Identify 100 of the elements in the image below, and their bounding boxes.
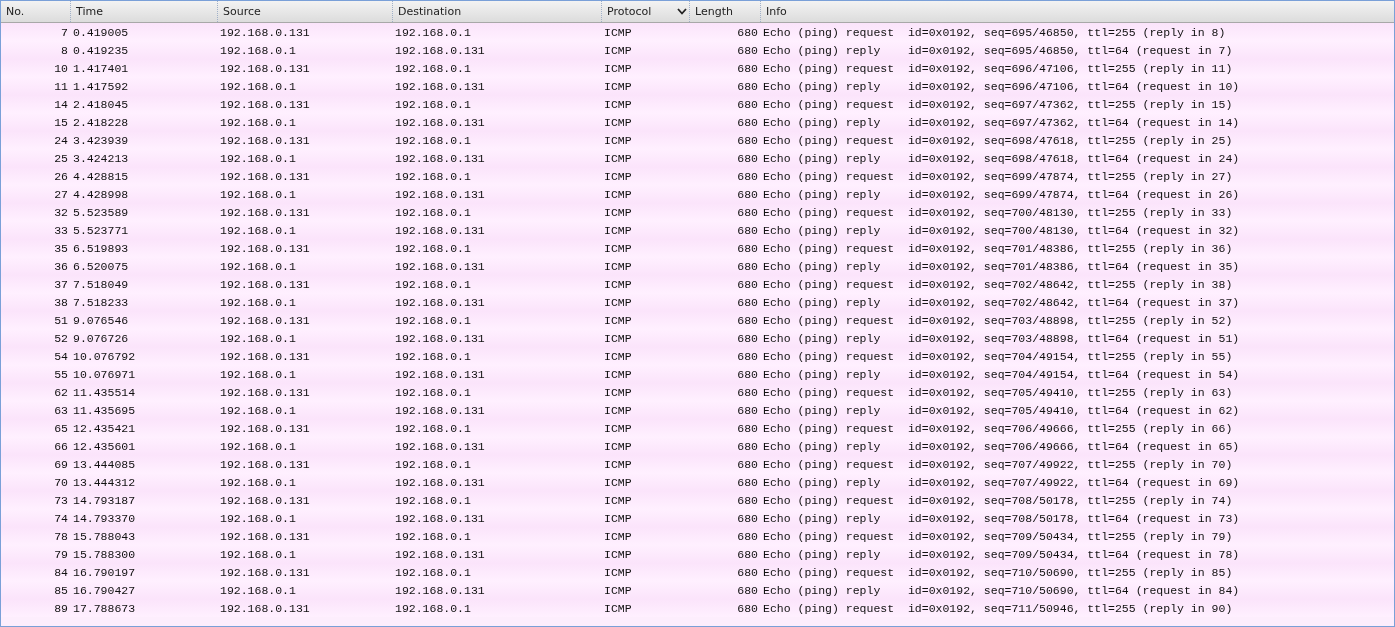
table-cell-text: ICMP: [603, 277, 633, 291]
table-cell-text: 680: [736, 97, 759, 111]
table-cell-text: 35: [53, 241, 69, 255]
table-cell-text: 7: [60, 25, 69, 39]
table-cell-text: 680: [736, 79, 759, 93]
table-cell-text: ICMP: [603, 187, 633, 201]
packet-row[interactable]: 7 0.419005 192.168.0.131 192.168.0.1 ICMP 680 Echo (ping) request id=0x0192, seq=695/46850, ttl=255 (reply in 8): [1, 23, 1394, 41]
table-cell-text: Echo (ping) request id=0x0192, seq=711/50946, ttl=255 (reply in 90): [762, 601, 1234, 615]
table-cell-text: 4.428815: [72, 169, 130, 183]
packet-row[interactable]: 84 16.790197 192.168.0.131 192.168.0.1 ICMP 680 Echo (ping) request id=0x0192, seq=710/50690, ttl=255 (reply in 85): [1, 563, 1394, 581]
table-cell-text: 10.076792: [72, 349, 137, 363]
packet-row[interactable]: 26 4.428815 192.168.0.131 192.168.0.1 ICMP 680 Echo (ping) request id=0x0192, seq=699/47874, ttl=255 (reply in 27): [1, 167, 1394, 185]
table-cell-text: Echo (ping) request id=0x0192, seq=707/49922, ttl=255 (reply in 70): [762, 457, 1234, 471]
packet-row[interactable]: 73 14.793187 192.168.0.131 192.168.0.1 ICMP 680 Echo (ping) request id=0x0192, seq=708/50178, ttl=255 (reply in 74): [1, 491, 1394, 509]
table-cell-text: Echo (ping) request id=0x0192, seq=706/49666, ttl=255 (reply in 66): [762, 421, 1234, 435]
packet-row[interactable]: 65 12.435421 192.168.0.131 192.168.0.1 ICMP 680 Echo (ping) request id=0x0192, seq=706/49666, ttl=255 (reply in 66): [1, 419, 1394, 437]
table-cell-text: 4.428998: [72, 187, 130, 201]
packet-row[interactable]: 78 15.788043 192.168.0.131 192.168.0.1 ICMP 680 Echo (ping) request id=0x0192, seq=709/50434, ttl=255 (reply in 79): [1, 527, 1394, 545]
table-cell-text: ICMP: [603, 349, 633, 363]
table-cell-text: 192.168.0.1: [219, 367, 297, 381]
table-cell-text: 192.168.0.131: [394, 79, 486, 93]
table-cell-text: 11.435695: [72, 403, 137, 417]
column-header[interactable]: No.: [1, 1, 71, 22]
table-cell-text: 54: [53, 349, 69, 363]
table-cell-text: 192.168.0.1: [394, 385, 472, 399]
table-cell-text: ICMP: [603, 385, 633, 399]
packet-row[interactable]: 24 3.423939 192.168.0.131 192.168.0.1 ICMP 680 Echo (ping) request id=0x0192, seq=698/47618, ttl=255 (reply in 25): [1, 131, 1394, 149]
table-cell-text: 192.168.0.1: [219, 475, 297, 489]
table-cell-text: ICMP: [603, 421, 633, 435]
column-header[interactable]: Destination: [393, 1, 602, 22]
table-cell-text: 680: [736, 493, 759, 507]
table-cell-text: 5.523771: [72, 223, 130, 237]
table-cell-text: 680: [736, 61, 759, 75]
table-cell-text: 680: [736, 385, 759, 399]
table-cell-text: 192.168.0.1: [219, 151, 297, 165]
table-cell-text: 9.076546: [72, 313, 130, 327]
table-cell-text: 13.444312: [72, 475, 137, 489]
table-cell-text: 27: [53, 187, 69, 201]
table-cell-text: 680: [736, 277, 759, 291]
table-cell-text: 680: [736, 151, 759, 165]
table-cell-text: ICMP: [603, 439, 633, 453]
table-cell-text: Echo (ping) reply id=0x0192, seq=698/47618, ttl=64 (request in 24): [762, 151, 1241, 165]
table-cell-text: 69: [53, 457, 69, 471]
packet-row[interactable]: 10 1.417401 192.168.0.131 192.168.0.1 ICMP 680 Echo (ping) request id=0x0192, seq=696/47106, ttl=255 (reply in 11): [1, 59, 1394, 77]
packet-row[interactable]: 54 10.076792 192.168.0.131 192.168.0.1 ICMP 680 Echo (ping) request id=0x0192, seq=704/49154, ttl=255 (reply in 55): [1, 347, 1394, 365]
table-cell-text: 680: [736, 349, 759, 363]
table-cell-text: 192.168.0.131: [219, 61, 311, 75]
table-cell-text: 66: [53, 439, 69, 453]
table-cell-text: 192.168.0.1: [219, 79, 297, 93]
table-cell-text: 680: [736, 25, 759, 39]
table-cell-text: Echo (ping) reply id=0x0192, seq=706/49666, ttl=64 (request in 65): [762, 439, 1241, 453]
table-cell-text: 192.168.0.131: [394, 439, 486, 453]
packet-row[interactable]: 32 5.523589 192.168.0.131 192.168.0.1 ICMP 680 Echo (ping) request id=0x0192, seq=700/48130, ttl=255 (reply in 33): [1, 203, 1394, 221]
column-header[interactable]: Time: [71, 1, 218, 22]
packet-row[interactable]: 69 13.444085 192.168.0.131 192.168.0.1 ICMP 680 Echo (ping) request id=0x0192, seq=707/49922, ttl=255 (reply in 70): [1, 455, 1394, 473]
table-cell-text: ICMP: [603, 25, 633, 39]
table-cell-text: 2.418228: [72, 115, 130, 129]
packet-row[interactable]: 14 2.418045 192.168.0.131 192.168.0.1 ICMP 680 Echo (ping) request id=0x0192, seq=697/47362, ttl=255 (reply in 15): [1, 95, 1394, 113]
table-cell-text: 9.076726: [72, 331, 130, 345]
table-cell-text: 192.168.0.1: [394, 61, 472, 75]
table-cell-text: 680: [736, 331, 759, 345]
table-cell-text: 65: [53, 421, 69, 435]
table-cell-text: ICMP: [603, 547, 633, 561]
table-cell-text: ICMP: [603, 205, 633, 219]
table-cell-text: 192.168.0.131: [219, 25, 311, 39]
table-cell-text: 63: [53, 403, 69, 417]
table-cell-text: 14.793187: [72, 493, 137, 507]
table-cell-text: 680: [736, 367, 759, 381]
table-cell-text: 12.435601: [72, 439, 137, 453]
packet-row[interactable]: 51 9.076546 192.168.0.131 192.168.0.1 ICMP 680 Echo (ping) request id=0x0192, seq=703/48898, ttl=255 (reply in 52): [1, 311, 1394, 329]
table-cell-text: ICMP: [603, 367, 633, 381]
column-header[interactable]: Info: [761, 1, 1394, 22]
table-cell-text: 192.168.0.1: [219, 259, 297, 273]
table-cell-text: ICMP: [603, 295, 633, 309]
table-cell-text: Echo (ping) request id=0x0192, seq=697/47362, ttl=255 (reply in 15): [762, 97, 1234, 111]
packet-row[interactable]: 37 7.518049 192.168.0.131 192.168.0.1 ICMP 680 Echo (ping) request id=0x0192, seq=702/48642, ttl=255 (reply in 38): [1, 275, 1394, 293]
table-cell-text: 192.168.0.131: [219, 97, 311, 111]
table-cell-text: 192.168.0.1: [394, 277, 472, 291]
table-cell-text: 192.168.0.1: [219, 115, 297, 129]
table-cell-text: Echo (ping) reply id=0x0192, seq=704/49154, ttl=64 (request in 54): [762, 367, 1241, 381]
table-cell-text: ICMP: [603, 223, 633, 237]
table-cell-text: 38: [53, 295, 69, 309]
table-cell-text: 680: [736, 511, 759, 525]
table-cell-text: 680: [736, 133, 759, 147]
column-header[interactable]: Protocol: [602, 1, 690, 22]
column-header[interactable]: Length: [690, 1, 761, 22]
packet-row[interactable]: 89 17.788673 192.168.0.131 192.168.0.1 ICMP 680 Echo (ping) request id=0x0192, seq=711/50946, ttl=255 (reply in 90): [1, 599, 1394, 617]
table-cell-text: Echo (ping) request id=0x0192, seq=705/49410, ttl=255 (reply in 63): [762, 385, 1234, 399]
table-cell-text: ICMP: [603, 241, 633, 255]
packet-row[interactable]: 35 6.519893 192.168.0.131 192.168.0.1 ICMP 680 Echo (ping) request id=0x0192, seq=701/48386, ttl=255 (reply in 36): [1, 239, 1394, 257]
table-cell-text: 680: [736, 439, 759, 453]
table-cell-text: 74: [53, 511, 69, 525]
packet-row[interactable]: 62 11.435514 192.168.0.131 192.168.0.1 ICMP 680 Echo (ping) request id=0x0192, seq=705/49410, ttl=255 (reply in 63): [1, 383, 1394, 401]
table-cell-text: 52: [53, 331, 69, 345]
table-cell-text: 62: [53, 385, 69, 399]
table-cell-text: 78: [53, 529, 69, 543]
column-header[interactable]: Source: [218, 1, 393, 22]
table-cell-text: 192.168.0.131: [219, 421, 311, 435]
table-cell-text: Echo (ping) request id=0x0192, seq=710/50690, ttl=255 (reply in 85): [762, 565, 1234, 579]
table-cell-text: 192.168.0.1: [394, 241, 472, 255]
